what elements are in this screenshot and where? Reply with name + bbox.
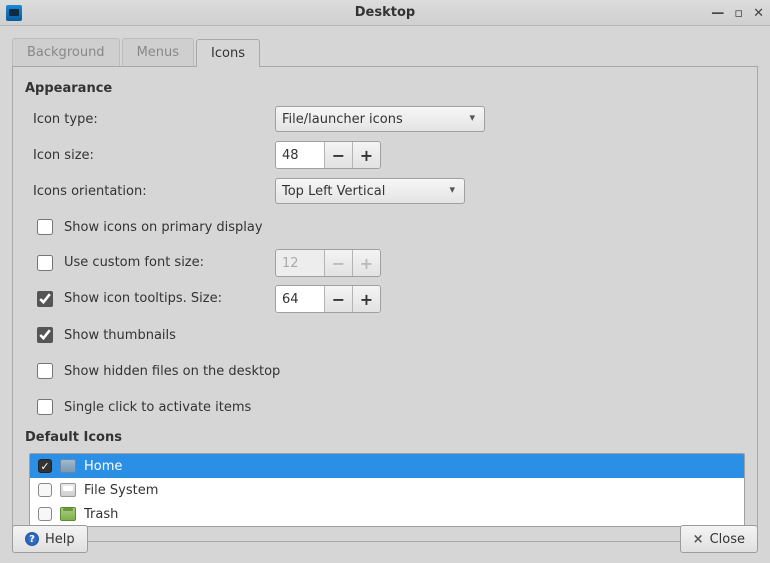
custom-font-checkbox[interactable] [37,255,53,271]
home-checkbox[interactable]: ✓ [38,459,52,473]
icon-size-label: Icon size: [25,148,275,163]
icon-size-decrement[interactable]: − [324,142,352,168]
list-item-home[interactable]: ✓ Home [30,454,744,478]
tooltips-increment[interactable]: + [352,286,380,312]
custom-font-label: Use custom font size: [64,255,204,270]
tab-icons[interactable]: Icons [196,39,260,67]
tooltips-checkbox[interactable] [37,291,53,307]
icon-type-label: Icon type: [25,112,275,127]
trash-label: Trash [84,507,118,522]
tooltips-input[interactable] [276,286,324,312]
appearance-heading: Appearance [25,81,745,96]
titlebar: Desktop — ▫ ✕ [0,0,770,26]
single-click-checkbox[interactable] [37,399,53,415]
default-icons-heading: Default Icons [25,430,745,445]
tab-background[interactable]: Background [12,38,120,66]
hidden-files-check[interactable]: Show hidden files on the desktop [25,360,280,382]
folder-icon [60,459,76,473]
primary-display-label: Show icons on primary display [64,220,263,235]
thumbnails-check[interactable]: Show thumbnails [25,324,176,346]
hidden-files-checkbox[interactable] [37,363,53,379]
close-button[interactable]: × Close [680,525,758,553]
icon-type-select[interactable]: File/launcher icons [275,106,485,132]
custom-font-check[interactable]: Use custom font size: [25,252,204,274]
filesystem-label: File System [84,483,158,498]
drive-icon [60,483,76,497]
tab-menus[interactable]: Menus [122,38,194,66]
tab-bar: Background Menus Icons [12,38,758,67]
single-click-check[interactable]: Single click to activate items [25,396,251,418]
primary-display-checkbox[interactable] [37,219,53,235]
tooltips-label: Show icon tooltips. Size: [64,291,222,306]
hidden-files-label: Show hidden files on the desktop [64,364,280,379]
icon-size-increment[interactable]: + [352,142,380,168]
list-item-trash[interactable]: Trash [30,502,744,526]
close-window-icon[interactable]: ✕ [753,6,764,21]
help-label: Help [45,532,75,547]
minimize-icon[interactable]: — [711,6,724,21]
window-title: Desktop [0,5,770,20]
custom-font-increment: + [352,250,380,276]
maximize-icon[interactable]: ▫ [734,6,743,21]
orientation-label: Icons orientation: [25,184,275,199]
filesystem-checkbox[interactable] [38,483,52,497]
help-icon: ? [25,532,39,546]
icon-size-input[interactable] [276,142,324,168]
icons-panel: Appearance Icon type: File/launcher icon… [12,67,758,542]
default-icons-list: ✓ Home File System Trash [29,453,745,527]
close-icon: × [693,532,704,547]
thumbnails-checkbox[interactable] [37,327,53,343]
close-label: Close [710,532,745,547]
home-label: Home [84,459,122,474]
trash-icon [60,507,76,521]
single-click-label: Single click to activate items [64,400,251,415]
custom-font-input [276,250,324,276]
thumbnails-label: Show thumbnails [64,328,176,343]
tooltips-spinner: − + [275,285,381,313]
icon-size-spinner: − + [275,141,381,169]
orientation-select[interactable]: Top Left Vertical [275,178,465,204]
custom-font-spinner: − + [275,249,381,277]
tooltips-decrement[interactable]: − [324,286,352,312]
trash-checkbox[interactable] [38,507,52,521]
list-item-filesystem[interactable]: File System [30,478,744,502]
primary-display-check[interactable]: Show icons on primary display [25,216,263,238]
custom-font-decrement: − [324,250,352,276]
tooltips-check[interactable]: Show icon tooltips. Size: [25,288,222,310]
help-button[interactable]: ? Help [12,525,88,553]
